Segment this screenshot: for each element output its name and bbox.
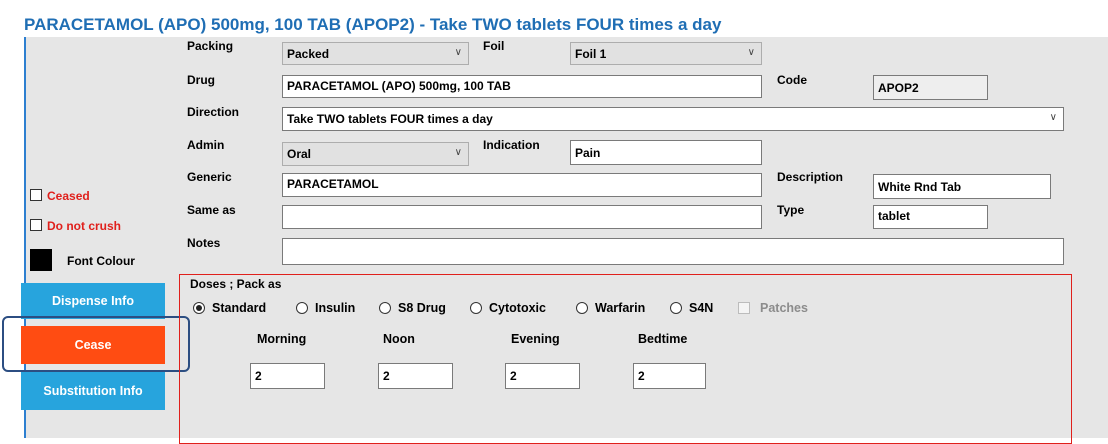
- patches-checkbox: [738, 302, 750, 314]
- notes-field[interactable]: [282, 238, 1064, 265]
- noon-label: Noon: [383, 332, 415, 346]
- patches-label: Patches: [760, 301, 808, 315]
- cytotoxic-radio[interactable]: [470, 302, 482, 314]
- direction-dropdown[interactable]: Take TWO tablets FOUR times a day ∨: [282, 107, 1064, 131]
- ceased-checkbox-row[interactable]: Ceased: [30, 189, 150, 205]
- type-field[interactable]: tablet: [873, 205, 988, 229]
- morning-dose-input[interactable]: 2: [250, 363, 325, 389]
- s8-drug-label: S8 Drug: [398, 301, 446, 315]
- admin-dropdown[interactable]: Oral ∨: [282, 142, 469, 166]
- foil-label: Foil: [483, 39, 505, 53]
- drug-label: Drug: [187, 73, 215, 87]
- ceased-label: Ceased: [47, 189, 90, 203]
- warfarin-label: Warfarin: [595, 301, 646, 315]
- page-title: PARACETAMOL (APO) 500mg, 100 TAB (APOP2)…: [24, 15, 722, 34]
- description-field[interactable]: White Rnd Tab: [873, 174, 1051, 199]
- packing-label: Packing: [187, 39, 234, 53]
- notes-label: Notes: [187, 236, 221, 250]
- code-label: Code: [777, 73, 807, 87]
- same-as-label: Same as: [187, 203, 236, 217]
- doses-section: [179, 274, 1072, 444]
- s4n-radio[interactable]: [670, 302, 682, 314]
- morning-label: Morning: [257, 332, 307, 346]
- chevron-down-icon: ∨: [454, 147, 462, 158]
- foil-value: Foil 1: [575, 47, 607, 61]
- admin-label: Admin: [187, 138, 225, 152]
- noon-dose-input[interactable]: 2: [378, 363, 453, 389]
- cytotoxic-label: Cytotoxic: [489, 301, 546, 315]
- type-label: Type: [777, 203, 805, 217]
- indication-label: Indication: [483, 138, 540, 152]
- foil-dropdown[interactable]: Foil 1 ∨: [570, 42, 762, 65]
- insulin-radio[interactable]: [296, 302, 308, 314]
- doses-section-label: Doses ; Pack as: [190, 277, 282, 291]
- do-not-crush-checkbox-row[interactable]: Do not crush: [30, 219, 150, 235]
- generic-label: Generic: [187, 170, 232, 184]
- ceased-checkbox[interactable]: [30, 189, 42, 201]
- s8-drug-radio[interactable]: [379, 302, 391, 314]
- generic-field[interactable]: PARACETAMOL: [282, 173, 762, 197]
- drug-field[interactable]: PARACETAMOL (APO) 500mg, 100 TAB: [282, 75, 762, 98]
- insulin-label: Insulin: [315, 301, 356, 315]
- warfarin-radio[interactable]: [576, 302, 588, 314]
- direction-value: Take TWO tablets FOUR times a day: [287, 112, 493, 126]
- description-label: Description: [777, 170, 844, 184]
- dispense-info-button[interactable]: Dispense Info: [21, 283, 165, 319]
- evening-dose-input[interactable]: 2: [505, 363, 580, 389]
- same-as-field[interactable]: [282, 205, 762, 229]
- indication-field[interactable]: Pain: [570, 140, 762, 165]
- do-not-crush-label: Do not crush: [47, 219, 121, 233]
- bedtime-dose-input[interactable]: 2: [633, 363, 706, 389]
- packing-dropdown[interactable]: Packed ∨: [282, 42, 469, 65]
- chevron-down-icon: ∨: [454, 47, 462, 58]
- do-not-crush-checkbox[interactable]: [30, 219, 42, 231]
- font-colour-label: Font Colour: [67, 254, 135, 268]
- font-colour-swatch[interactable]: [30, 249, 52, 271]
- direction-label: Direction: [187, 105, 240, 119]
- standard-label: Standard: [212, 301, 267, 315]
- admin-value: Oral: [287, 147, 312, 161]
- chevron-down-icon: ∨: [1049, 112, 1057, 123]
- chevron-down-icon: ∨: [747, 47, 755, 58]
- code-field[interactable]: APOP2: [873, 75, 988, 100]
- substitution-info-button[interactable]: Substitution Info: [21, 372, 165, 410]
- packing-value: Packed: [287, 47, 330, 61]
- bedtime-label: Bedtime: [638, 332, 688, 346]
- cease-button[interactable]: Cease: [21, 326, 165, 364]
- standard-radio[interactable]: [193, 302, 205, 314]
- evening-label: Evening: [511, 332, 560, 346]
- s4n-label: S4N: [689, 301, 714, 315]
